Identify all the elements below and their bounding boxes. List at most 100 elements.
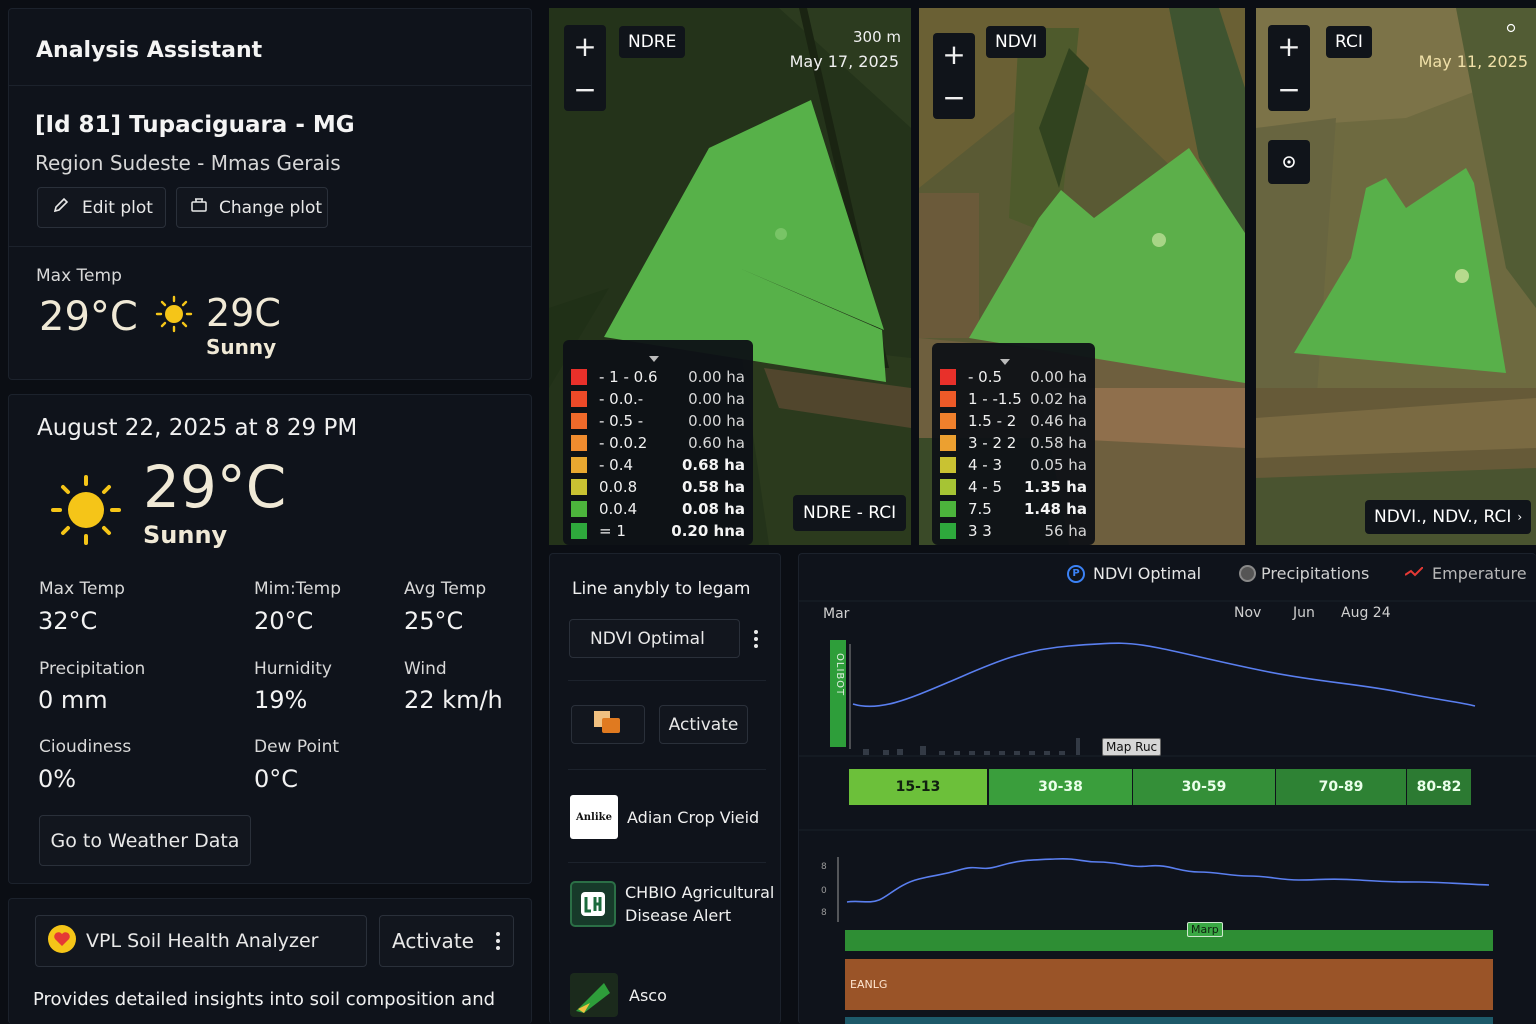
vertical-tag: OLIBOT [834,653,845,697]
zoom-in-icon[interactable]: + [1268,25,1310,68]
zone-segment[interactable]: 30-38 [989,769,1132,805]
legend-swatch [571,523,587,539]
locate-icon [1268,140,1310,184]
weather-datetime: August 22, 2025 at 8 29 PM [37,415,358,441]
zoom-out-icon[interactable]: − [1268,68,1310,111]
caret-down-icon[interactable] [649,348,659,366]
zone-segment[interactable]: 70-89 [1276,769,1406,805]
legend-swatch [571,369,587,385]
segment-label: 30-59 [1181,779,1227,795]
plugin-activate-button[interactable]: Activate [659,705,748,744]
stat-label: Cioudiness [39,737,132,757]
index-select[interactable]: NDVI Optimal [569,619,740,658]
asco-logo [570,973,618,1017]
list-item[interactable]: Anlike Adian Crop Vieid [570,795,759,839]
index-compare-badge[interactable]: NDRE - RCI [793,495,907,531]
locate-button[interactable] [1268,140,1310,184]
map-rci[interactable]: + − RCI May 11, 2025 NDVI., NDV., RCI › [1256,8,1536,545]
stat-label: Mim:Temp [254,579,341,599]
legend-range: 4 - 3 [968,456,1003,474]
more-vertical-icon[interactable] [753,629,759,653]
green-band [845,930,1493,951]
legend-swatch [571,479,587,495]
map-index-tag[interactable]: RCI [1326,26,1372,58]
soil-activate-button[interactable]: Activate [379,915,514,967]
legend-area: 0.00 ha [688,368,745,386]
legend-range: 7.5 [968,500,992,518]
zone-segment[interactable]: 80-82 [1407,769,1471,805]
stat-label: Hurnidity [254,659,332,679]
stat-value: 32°C [38,607,98,635]
edit-plot-button[interactable]: Edit plot [37,187,166,228]
map-index-tag[interactable]: NDVI [986,26,1047,58]
y-tick: 0 [821,886,827,896]
forecast-condition: Sunny [206,335,277,359]
max-temp-value: 29°C [39,294,138,340]
more-vertical-icon[interactable] [495,931,501,956]
plugin-list-header: Line anybly to legam [572,579,751,599]
index-compare-badge[interactable]: NDVI., NDV., RCI › [1365,500,1532,534]
change-plot-button[interactable]: Change plot [176,187,328,228]
map-ruc-tag[interactable]: Map Ruc [1102,738,1162,756]
go-to-weather-label: Go to Weather Data [50,829,240,852]
change-plot-label: Change plot [219,197,323,218]
legend-row: = 1 0.20 hna [563,520,753,542]
soil-plugin-name: VPL Soil Health Analyzer [86,930,319,952]
zoom-in-icon[interactable]: + [564,25,606,68]
plugin-name: Asco [629,985,667,1005]
legend-row: - 0.0.2 0.60 ha [563,432,753,454]
crop-yield-logo: Anlike [570,795,618,839]
y-tick: 8 [821,908,827,918]
chart-panel: P NDVI Optimal Precipitations Emperature… [798,553,1536,1024]
zoom-controls: + − [933,33,975,119]
segment-label: 30-38 [1038,779,1083,795]
stat-value: 25°C [404,607,464,635]
map-index-tag[interactable]: NDRE [619,26,686,58]
legend-range: = 1 [599,522,626,540]
y-tick: 8 [821,862,827,872]
sun-icon [155,295,193,337]
map-ndvi[interactable]: + − NDVI - 0.5 0.00 ha 1 - -1.5 0.02 ha 1.… [919,8,1245,545]
legend-range: - 0.0.2 [599,434,648,452]
orange-band [845,959,1493,1010]
legend-row: 7.5 1.48 ha [932,498,1095,520]
legend-area: 1.35 ha [1023,478,1087,496]
go-to-weather-button[interactable]: Go to Weather Data [39,815,251,866]
legend-range: - 0.4 [599,456,634,474]
compare-badge-label: NDVI., NDV., RCI [1374,507,1512,527]
list-item[interactable]: CHBIO Agricultural Disease Alert [570,881,775,927]
legend-swatch [940,457,956,473]
stat-value: 20°C [254,607,314,635]
stat-value: 22 km/h [404,686,503,714]
sun-large-icon [49,473,123,551]
marp-tag[interactable]: Marp [1187,922,1223,937]
pencil-icon [52,196,70,219]
zone-segment[interactable]: 15-13 [849,769,987,805]
list-item[interactable]: Asco [570,973,667,1017]
legend-range: 4 - 5 [968,478,1003,496]
legend-row: - 0.4 0.68 ha [563,454,753,476]
soil-plugin-selector[interactable]: VPL Soil Health Analyzer [35,915,367,967]
plugin-list-panel: Line anybly to legam NDVI Optimal Activa… [549,553,781,1024]
legend-area: 0.00 ha [688,390,745,408]
forecast-temp: 29C [206,291,281,335]
zoom-out-icon[interactable]: − [564,68,606,111]
zoom-out-icon[interactable]: − [933,76,975,119]
stat-value: 0 mm [38,686,108,714]
legend-range: 1.5 - 2 [968,412,1017,430]
stat-label: Wind [404,659,447,679]
legend-row: 1.5 - 2 0.46 ha [932,410,1095,432]
plugin-icon-button[interactable] [571,705,645,744]
ndvi-line [852,642,1476,708]
zone-segment[interactable]: 30-59 [1133,769,1275,805]
legend-swatch [571,435,587,451]
legend-area: 0.46 ha [1030,412,1087,430]
soil-activate-label: Activate [392,929,474,953]
map-ndre[interactable]: + − NDRE 300 m May 17, 2025 - 1 - 0.6 0.0… [549,8,911,545]
plugin-activate-label: Activate [668,714,739,735]
zoom-in-icon[interactable]: + [933,33,975,76]
orange-band-label: EANLG [850,978,888,991]
plugin-name: Adian Crop Vieid [627,807,760,827]
weather-temp: 29°C [143,453,287,521]
info-dot-icon [1506,18,1516,37]
